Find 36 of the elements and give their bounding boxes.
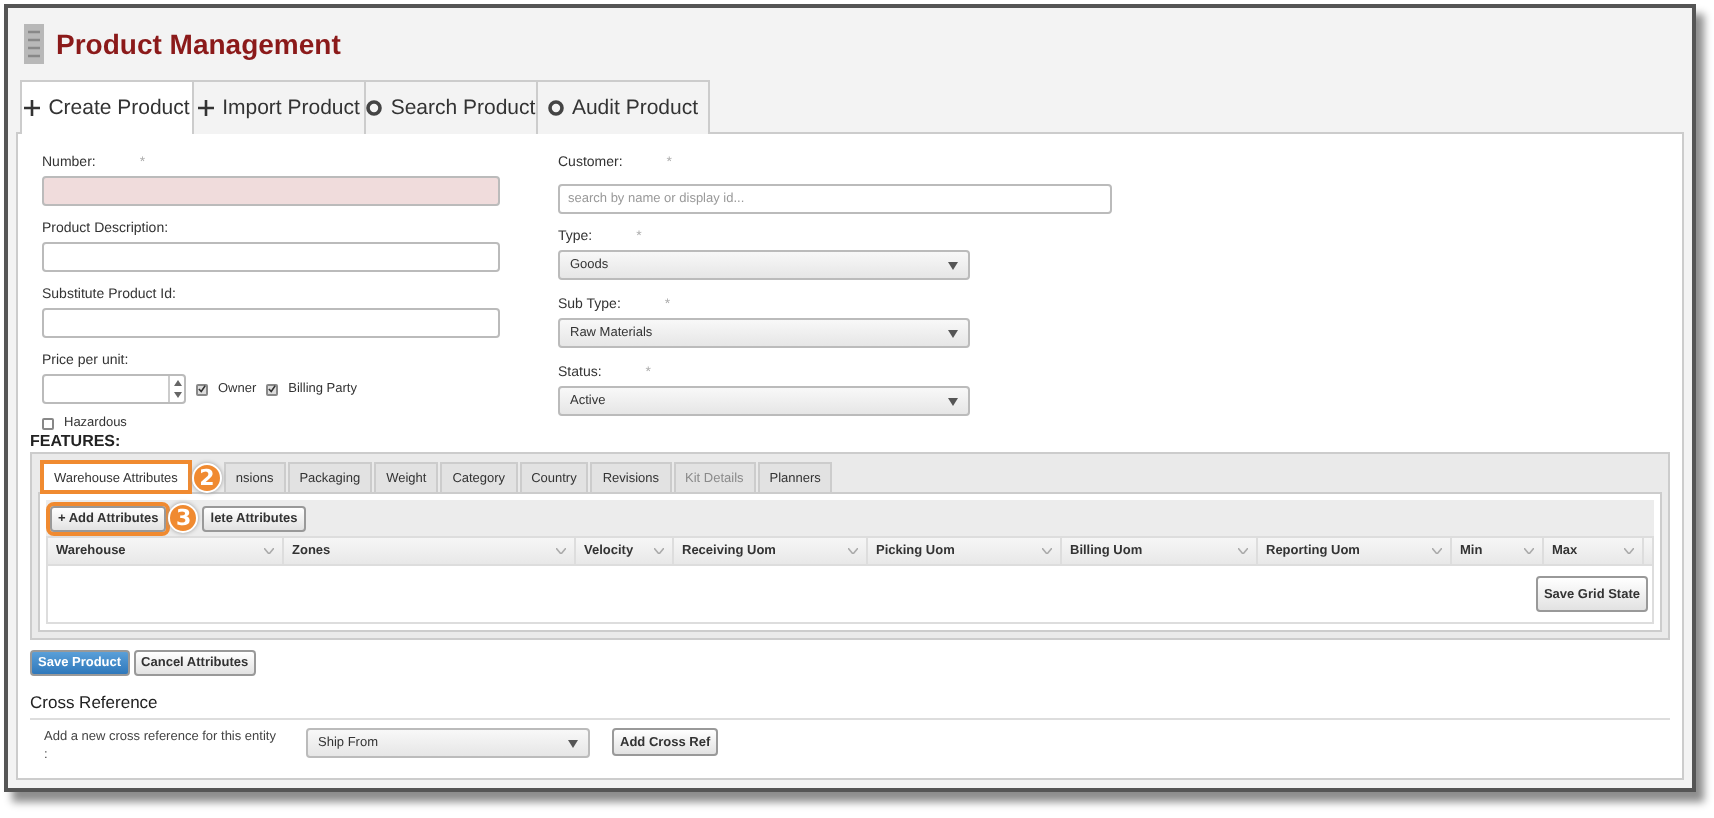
caret-icon	[568, 739, 578, 747]
caret-icon	[948, 397, 958, 405]
circle-icon	[547, 100, 564, 116]
sort-chevron-icon	[1624, 548, 1634, 554]
caret-icon	[948, 329, 958, 337]
number-field[interactable]	[42, 374, 186, 404]
text-field[interactable]	[42, 242, 500, 272]
sort-chevron-icon	[1432, 548, 1442, 554]
checkbox[interactable]	[266, 383, 279, 395]
tab[interactable]: Import Product	[192, 80, 366, 134]
text-field[interactable]	[42, 308, 500, 338]
spin-down-icon[interactable]	[173, 392, 181, 399]
section-heading: Cross Reference	[30, 692, 1670, 720]
spin-up-icon[interactable]	[173, 379, 181, 386]
checkbox[interactable]	[196, 383, 208, 395]
sort-chevron-icon	[1042, 548, 1052, 554]
sort-chevron-icon	[1524, 548, 1534, 554]
tab[interactable]: Create Product	[20, 80, 194, 134]
caret-icon	[948, 261, 958, 269]
document-icon	[24, 24, 44, 64]
sort-chevron-icon	[654, 548, 664, 554]
tab[interactable]: Audit Product	[536, 80, 710, 134]
plus-icon	[198, 100, 215, 116]
step-badge: 2	[191, 463, 222, 493]
section-heading: FEATURES:	[30, 432, 123, 450]
circle-icon	[366, 100, 383, 116]
tab[interactable]: Search Product	[364, 80, 538, 134]
text-field[interactable]	[42, 176, 500, 206]
plus-icon	[24, 100, 41, 116]
step-badge: 3	[168, 503, 199, 533]
sort-chevron-icon	[1238, 548, 1248, 554]
page-title: Product Management	[56, 28, 341, 60]
sort-chevron-icon	[848, 548, 858, 554]
sort-chevron-icon	[264, 548, 274, 554]
checkbox[interactable]	[42, 417, 54, 429]
sort-chevron-icon	[556, 548, 566, 554]
